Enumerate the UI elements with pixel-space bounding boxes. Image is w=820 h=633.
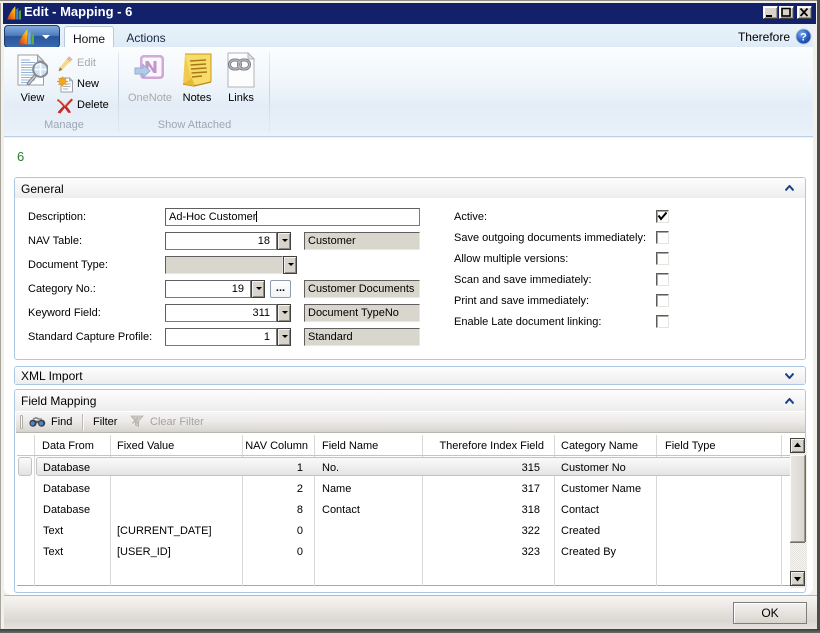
svg-text:?: ? (800, 32, 807, 44)
